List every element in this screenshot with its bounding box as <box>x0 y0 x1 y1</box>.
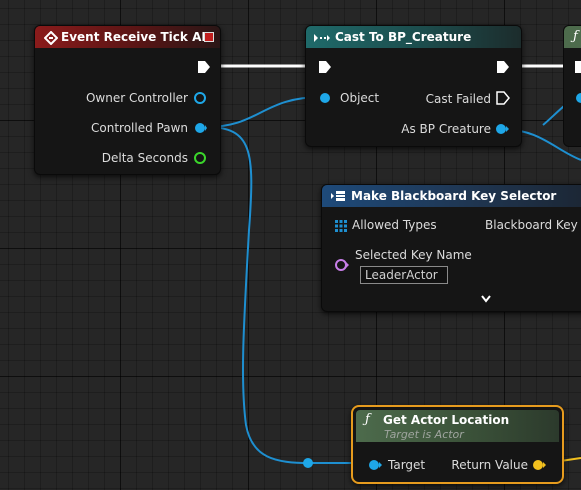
object-input-pin[interactable] <box>574 91 581 105</box>
cast-failed-exec-pin[interactable] <box>496 91 510 105</box>
selected-key-name-pin[interactable] <box>334 258 350 272</box>
node-title: Cast To BP_Creature <box>335 30 472 44</box>
node-title: Get Actor Location <box>383 413 510 427</box>
node-subtitle: Target is Actor <box>384 428 464 441</box>
target-label: Target <box>388 458 426 472</box>
owner-controller-pin[interactable] <box>193 91 207 105</box>
make-blackboard-key-selector-node[interactable]: Make Blackboard Key Selector Allowed Typ… <box>321 184 581 312</box>
blackboard-key-label: Blackboard Key S <box>485 218 581 232</box>
object-label: Object <box>340 91 380 105</box>
node-header: Event Receive Tick AI <box>35 26 220 48</box>
delta-seconds-pin[interactable] <box>193 151 207 165</box>
controlled-pawn-pin[interactable] <box>193 121 207 135</box>
object-input-pin[interactable] <box>318 91 332 105</box>
node-title: Event Receive Tick AI <box>61 30 206 44</box>
delta-seconds-label: Delta Seconds <box>101 151 188 165</box>
get-actor-location-node[interactable]: ƒ Get Actor Location Target is Actor Tar… <box>351 405 564 484</box>
target-pin[interactable] <box>367 458 383 472</box>
function-icon: ƒ <box>573 29 578 44</box>
delegate-pin-icon[interactable] <box>204 32 214 42</box>
reroute-knot[interactable] <box>303 458 313 468</box>
exec-input-pin[interactable] <box>574 60 581 74</box>
return-value-label: Return Value <box>451 458 528 472</box>
node-header: Cast To BP_Creature <box>306 26 521 48</box>
selected-key-name-input[interactable]: LeaderActor <box>360 266 448 284</box>
event-icon <box>44 31 58 45</box>
cast-icon <box>314 34 330 42</box>
node-header: ƒ <box>564 26 581 48</box>
controlled-pawn-label: Controlled Pawn <box>91 121 188 135</box>
exec-input-pin[interactable] <box>318 60 332 74</box>
event-receive-tick-ai-node[interactable]: Event Receive Tick AI Owner Controller C… <box>34 25 221 175</box>
as-bp-creature-pin[interactable] <box>494 122 510 136</box>
offscreen-function-node[interactable]: ƒ <box>563 25 581 147</box>
node-header: ƒ Get Actor Location Target is Actor <box>356 410 559 442</box>
owner-controller-label: Owner Controller <box>85 91 188 105</box>
return-value-pin[interactable] <box>531 458 547 472</box>
node-header: Make Blackboard Key Selector <box>322 185 581 207</box>
node-title: Make Blackboard Key Selector <box>351 189 557 203</box>
exec-output-pin[interactable] <box>496 60 510 74</box>
cast-to-bp-creature-node[interactable]: Cast To BP_Creature Object Cast Failed A… <box>305 25 522 147</box>
chevron-down-icon[interactable] <box>480 294 492 304</box>
function-icon: ƒ <box>365 412 370 427</box>
as-bp-creature-label: As BP Creature <box>401 122 491 136</box>
exec-output-pin[interactable] <box>197 60 211 74</box>
allowed-types-label: Allowed Types <box>352 218 437 232</box>
selected-key-name-label: Selected Key Name <box>355 248 472 262</box>
array-grid-icon[interactable] <box>334 219 348 233</box>
cast-failed-label: Cast Failed <box>425 92 491 106</box>
make-struct-icon <box>331 191 345 201</box>
